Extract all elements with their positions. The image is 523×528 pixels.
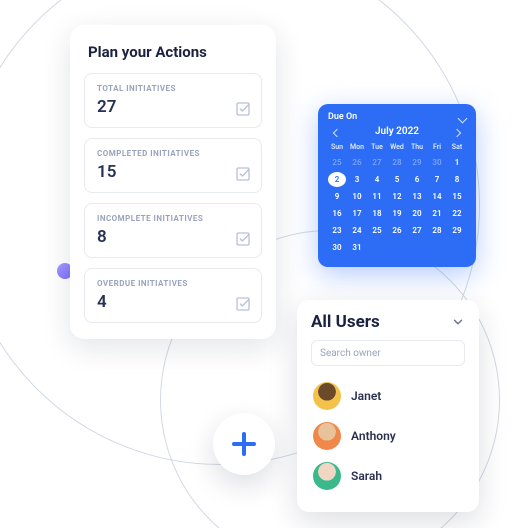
- calendar-day[interactable]: 11: [368, 189, 386, 204]
- search-owner-input[interactable]: Search owner: [311, 340, 465, 366]
- calendar-weekday: Sat: [448, 141, 466, 153]
- calendar-day[interactable]: 24: [348, 223, 366, 238]
- user-item[interactable]: Janet: [311, 376, 465, 416]
- calendar-weekday: Thu: [408, 141, 426, 153]
- calendar-day[interactable]: 10: [348, 189, 366, 204]
- calendar-day[interactable]: 7: [428, 172, 446, 187]
- calendar-day[interactable]: 22: [448, 206, 466, 221]
- calendar-day-prev[interactable]: 25: [328, 155, 346, 170]
- calendar-day[interactable]: 31: [348, 240, 366, 255]
- users-dropdown[interactable]: All Users: [311, 312, 465, 332]
- calendar-weekday: Fri: [428, 141, 446, 153]
- calendar-day-prev[interactable]: 30: [428, 155, 446, 170]
- stat-value: 15: [97, 162, 249, 182]
- calendar-day[interactable]: 5: [388, 172, 406, 187]
- stat-card[interactable]: INCOMPLETE INITIATIVES 8: [84, 203, 262, 258]
- plus-icon: [229, 429, 259, 459]
- calendar-day[interactable]: 3: [348, 172, 366, 187]
- user-item[interactable]: Sarah: [311, 456, 465, 496]
- calendar-month[interactable]: July 2022: [328, 126, 466, 137]
- avatar: [313, 382, 341, 410]
- calendar-weekday: Sun: [328, 141, 346, 153]
- calendar-day[interactable]: 19: [388, 206, 406, 221]
- stat-card[interactable]: COMPLETED INITIATIVES 15: [84, 138, 262, 193]
- calendar-day[interactable]: 6: [408, 172, 426, 187]
- stat-label: TOTAL INITIATIVES: [97, 84, 249, 93]
- calendar-card: Due On July 2022 SunMonTueWedThuFriSat25…: [318, 104, 476, 267]
- calendar-weekday: Tue: [368, 141, 386, 153]
- plan-card: Plan your Actions TOTAL INITIATIVES 27 COM…: [70, 25, 276, 339]
- user-name: Janet: [351, 389, 381, 403]
- calendar-day[interactable]: 8: [448, 172, 466, 187]
- calendar-day[interactable]: 15: [448, 189, 466, 204]
- stat-label: OVERDUE INITIATIVES: [97, 279, 249, 288]
- calendar-day[interactable]: 18: [368, 206, 386, 221]
- checkbox-icon: [235, 101, 251, 117]
- checkbox-icon: [235, 166, 251, 182]
- calendar-day[interactable]: 17: [348, 206, 366, 221]
- stat-label: COMPLETED INITIATIVES: [97, 149, 249, 158]
- due-on-dropdown[interactable]: Due On: [328, 112, 466, 122]
- plan-title: Plan your Actions: [88, 43, 262, 61]
- calendar-day[interactable]: 13: [408, 189, 426, 204]
- calendar-day[interactable]: 28: [428, 223, 446, 238]
- stat-label: INCOMPLETE INITIATIVES: [97, 214, 249, 223]
- calendar-day[interactable]: 29: [448, 223, 466, 238]
- calendar-day-prev[interactable]: 28: [388, 155, 406, 170]
- chevron-down-icon: [451, 315, 465, 329]
- avatar: [313, 462, 341, 490]
- stat-value: 8: [97, 227, 249, 247]
- search-placeholder: Search owner: [320, 348, 381, 359]
- calendar-weekday: Wed: [388, 141, 406, 153]
- calendar-day[interactable]: 25: [368, 223, 386, 238]
- calendar-day[interactable]: 27: [408, 223, 426, 238]
- calendar-day[interactable]: 1: [448, 155, 466, 170]
- avatar: [313, 422, 341, 450]
- calendar-grid: SunMonTueWedThuFriSat2526272829301234567…: [328, 141, 466, 255]
- calendar-day[interactable]: 20: [408, 206, 426, 221]
- calendar-day[interactable]: 26: [388, 223, 406, 238]
- calendar-day-prev[interactable]: 26: [348, 155, 366, 170]
- calendar-day[interactable]: 16: [328, 206, 346, 221]
- calendar-day[interactable]: 30: [328, 240, 346, 255]
- user-name: Sarah: [351, 469, 382, 483]
- calendar-day[interactable]: 12: [388, 189, 406, 204]
- users-title: All Users: [311, 312, 380, 332]
- user-item[interactable]: Anthony: [311, 416, 465, 456]
- calendar-day-prev[interactable]: 27: [368, 155, 386, 170]
- calendar-day[interactable]: 4: [368, 172, 386, 187]
- stat-value: 4: [97, 292, 249, 312]
- calendar-day[interactable]: 21: [428, 206, 446, 221]
- calendar-day[interactable]: 9: [328, 189, 346, 204]
- calendar-day[interactable]: 2: [328, 172, 346, 187]
- stat-value: 27: [97, 97, 249, 117]
- add-button[interactable]: [213, 413, 275, 475]
- user-name: Anthony: [351, 429, 396, 443]
- checkbox-icon: [235, 296, 251, 312]
- stat-card[interactable]: TOTAL INITIATIVES 27: [84, 73, 262, 128]
- calendar-day[interactable]: 14: [428, 189, 446, 204]
- calendar-day-prev[interactable]: 29: [408, 155, 426, 170]
- calendar-day[interactable]: 23: [328, 223, 346, 238]
- checkbox-icon: [235, 231, 251, 247]
- calendar-weekday: Mon: [348, 141, 366, 153]
- stat-card[interactable]: OVERDUE INITIATIVES 4: [84, 268, 262, 323]
- users-card: All Users Search owner Janet Anthony Sarah: [297, 300, 479, 512]
